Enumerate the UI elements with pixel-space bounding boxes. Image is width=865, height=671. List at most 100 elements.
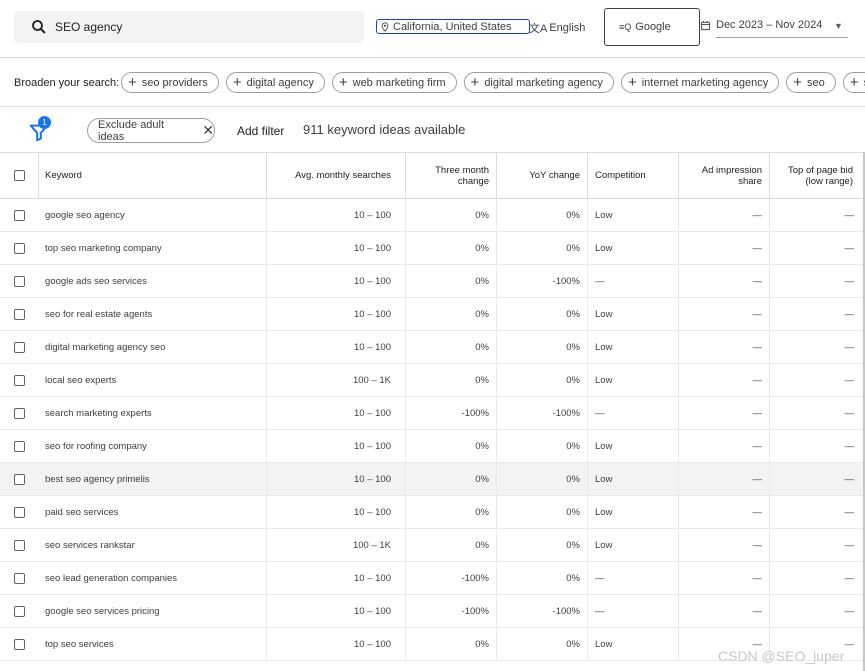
row-three-month-change: 0% bbox=[406, 430, 497, 462]
broaden-chip[interactable]: +seo bbox=[786, 72, 836, 93]
header-three-month-change[interactable]: Three month change bbox=[406, 153, 497, 198]
search-icon bbox=[32, 20, 46, 34]
row-avg-monthly-searches: 10 – 100 bbox=[267, 562, 406, 594]
header-yoy-change[interactable]: YoY change bbox=[497, 153, 588, 198]
row-avg-monthly-searches: 10 – 100 bbox=[267, 232, 406, 264]
network-selector[interactable]: ≡Q Google bbox=[604, 8, 700, 46]
language-label: English bbox=[549, 22, 586, 34]
header-keyword[interactable]: Keyword bbox=[39, 153, 267, 198]
row-ad-impression-share: — bbox=[679, 496, 770, 528]
table-row[interactable]: best seo agency primelis 10 – 100 0% 0% Low —… bbox=[0, 463, 865, 496]
row-top-bid-low: — bbox=[844, 572, 855, 584]
row-ad-impression-share: — bbox=[679, 298, 770, 330]
exclude-adult-label: Exclude adult ideas bbox=[98, 118, 165, 143]
select-all-checkbox[interactable] bbox=[13, 170, 25, 181]
row-competition: Low bbox=[588, 430, 679, 462]
row-avg-monthly-searches: 10 – 100 bbox=[267, 265, 406, 297]
header-ad-impression-share[interactable]: Ad impression share bbox=[679, 153, 770, 198]
row-competition: Low bbox=[588, 331, 679, 363]
row-top-bid-low: — bbox=[844, 506, 855, 518]
dropdown-caret-icon: ▼ bbox=[834, 21, 843, 31]
row-three-month-change: 0% bbox=[406, 529, 497, 561]
table-row[interactable]: google ads seo services 10 – 100 0% -100% — —… bbox=[0, 265, 865, 298]
table-row[interactable]: seo for roofing company 10 – 100 0% 0% Low — — bbox=[0, 430, 865, 463]
table-row[interactable]: search marketing experts 10 – 100 -100% -10… bbox=[0, 397, 865, 430]
row-avg-monthly-searches: 100 – 1K bbox=[267, 529, 406, 561]
row-checkbox[interactable] bbox=[14, 209, 25, 221]
row-three-month-change: -100% bbox=[406, 562, 497, 594]
row-top-bid-low: — bbox=[844, 473, 855, 485]
row-keyword: digital marketing agency seo bbox=[39, 331, 267, 363]
row-three-month-change: 0% bbox=[406, 331, 497, 363]
row-top-bid-low: — bbox=[844, 308, 855, 320]
top-bar: SEO agency California, United States 文A … bbox=[0, 0, 865, 56]
row-checkbox[interactable] bbox=[14, 539, 25, 551]
broaden-chip[interactable]: + digital marketing agency bbox=[463, 72, 614, 93]
search-query[interactable]: SEO agency bbox=[55, 20, 122, 34]
broaden-chip[interactable]: + internet marketing agency bbox=[620, 72, 780, 93]
row-competition: Low bbox=[588, 628, 679, 660]
row-yoy-change: 0% bbox=[497, 529, 588, 561]
row-ad-impression-share: — bbox=[679, 364, 770, 396]
row-ad-impression-share: — bbox=[679, 232, 770, 264]
row-keyword: local seo experts bbox=[39, 364, 267, 396]
location-selector[interactable]: California, United States bbox=[376, 19, 530, 34]
row-checkbox[interactable] bbox=[14, 242, 25, 254]
language-selector[interactable]: 文A English bbox=[529, 20, 585, 36]
row-top-bid-low: — bbox=[844, 539, 855, 551]
row-three-month-change: 0% bbox=[406, 364, 497, 396]
plus-icon: + bbox=[849, 73, 859, 91]
table-row[interactable]: google seo agency 10 – 100 0% 0% Low — — bbox=[0, 199, 865, 232]
chip-label: seo bbox=[807, 76, 825, 89]
table-row[interactable]: top seo marketing company 10 – 100 0% 0% Low… bbox=[0, 232, 865, 265]
row-checkbox[interactable] bbox=[14, 440, 25, 452]
row-ad-impression-share: — bbox=[679, 595, 770, 627]
search-box[interactable]: SEO agency bbox=[14, 11, 364, 43]
table-row[interactable]: paid seo services 10 – 100 0% 0% Low — — bbox=[0, 496, 865, 529]
close-icon[interactable]: ✕ bbox=[202, 122, 214, 139]
row-keyword: top seo services bbox=[39, 628, 267, 660]
exclude-adult-chip[interactable]: Exclude adult ideas ✕ bbox=[87, 118, 215, 143]
row-keyword: seo lead generation companies bbox=[39, 562, 267, 594]
row-checkbox[interactable] bbox=[14, 341, 25, 353]
row-checkbox[interactable] bbox=[14, 572, 25, 584]
header-avg-monthly-searches[interactable]: Avg. monthly searches bbox=[267, 153, 406, 198]
table-row[interactable]: google seo services pricing 10 – 100 -100%… bbox=[0, 595, 865, 628]
broaden-chip[interactable]: + seo providers bbox=[121, 72, 219, 93]
keyword-count: 911 keyword ideas available bbox=[303, 122, 466, 137]
table-row[interactable]: seo lead generation companies 10 – 100 -10… bbox=[0, 562, 865, 595]
row-keyword: seo for roofing company bbox=[39, 430, 267, 462]
row-keyword: google ads seo services bbox=[39, 265, 267, 297]
table-row[interactable]: seo for real estate agents 10 – 100 0% 0% Lo… bbox=[0, 298, 865, 331]
row-checkbox[interactable] bbox=[14, 506, 25, 518]
table-row[interactable]: seo services rankstar 100 – 1K 0% 0% Low — — bbox=[0, 529, 865, 562]
date-range-selector[interactable]: Dec 2023 – Nov 2024 ▼ bbox=[700, 19, 843, 31]
row-ad-impression-share: — bbox=[679, 430, 770, 462]
row-top-bid-low: — bbox=[844, 374, 855, 386]
row-checkbox[interactable] bbox=[14, 638, 25, 650]
row-checkbox[interactable] bbox=[14, 308, 25, 320]
row-top-bid-low: — bbox=[844, 275, 855, 287]
table-row[interactable]: local seo experts 100 – 1K 0% 0% Low — — bbox=[0, 364, 865, 397]
broaden-chip[interactable]: +seo bbox=[842, 72, 865, 93]
broaden-chip[interactable]: + digital agency bbox=[225, 72, 325, 93]
row-checkbox[interactable] bbox=[14, 473, 25, 485]
row-checkbox[interactable] bbox=[14, 407, 25, 419]
row-select-cell bbox=[0, 430, 39, 462]
row-competition: Low bbox=[588, 529, 679, 561]
row-avg-monthly-searches: 10 – 100 bbox=[267, 298, 406, 330]
row-checkbox[interactable] bbox=[14, 605, 25, 617]
row-yoy-change: 0% bbox=[497, 562, 588, 594]
row-checkbox[interactable] bbox=[14, 275, 25, 287]
row-top-bid-low: — bbox=[844, 242, 855, 254]
header-top-bid-low[interactable]: Top of page bid (low range) bbox=[770, 153, 865, 198]
broaden-chip[interactable]: + web marketing firm bbox=[331, 72, 457, 93]
row-yoy-change: 0% bbox=[497, 628, 588, 660]
row-checkbox[interactable] bbox=[14, 374, 25, 386]
row-three-month-change: 0% bbox=[406, 463, 497, 495]
add-filter-button[interactable]: Add filter bbox=[237, 124, 284, 138]
row-yoy-change: 0% bbox=[497, 331, 588, 363]
header-competition[interactable]: Competition bbox=[588, 153, 679, 198]
row-avg-monthly-searches: 100 – 1K bbox=[267, 364, 406, 396]
table-row[interactable]: digital marketing agency seo 10 – 100 0% 0%… bbox=[0, 331, 865, 364]
